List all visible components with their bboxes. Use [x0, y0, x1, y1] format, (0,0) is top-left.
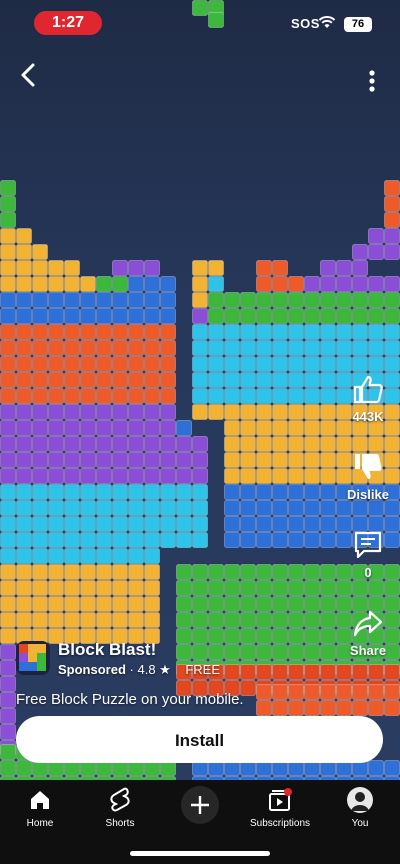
- comment-count: 0: [364, 565, 372, 580]
- like-count: 443K: [352, 409, 384, 424]
- share-label: Share: [349, 643, 387, 658]
- ad-title[interactable]: Block Blast!: [58, 640, 156, 660]
- app-logo[interactable]: [16, 641, 50, 675]
- nav-home[interactable]: Home: [0, 786, 80, 829]
- nav-you[interactable]: You: [320, 786, 400, 829]
- share-button[interactable]: Share: [338, 608, 398, 658]
- dislike-label: Dislike: [347, 487, 389, 502]
- back-arrow-icon[interactable]: [14, 60, 44, 90]
- ad-price: FREE: [185, 662, 220, 677]
- sos-indicator: SOS: [291, 16, 320, 31]
- shorts-icon: [110, 787, 130, 812]
- wifi-icon: [318, 16, 336, 28]
- share-arrow-icon: [353, 610, 383, 637]
- create-button[interactable]: [181, 786, 219, 824]
- nav-subscriptions-label: Subscriptions: [249, 818, 311, 829]
- ad-meta: Sponsored · 4.8 ★ FREE: [58, 662, 220, 678]
- nav-shorts-label: Shorts: [105, 818, 135, 829]
- dislike-button[interactable]: Dislike: [338, 452, 398, 502]
- sponsored-label: Sponsored: [58, 662, 126, 677]
- home-indicator: [130, 851, 270, 856]
- thumbs-up-icon: [353, 375, 383, 404]
- nav-home-label: Home: [26, 818, 54, 829]
- comments-button[interactable]: 0: [338, 530, 398, 580]
- more-options-icon[interactable]: [360, 66, 384, 96]
- nav-shorts[interactable]: Shorts: [80, 786, 160, 829]
- comment-icon: [354, 531, 382, 559]
- status-time: 1:27: [34, 11, 102, 35]
- ad-info: Block Blast! Sponsored · 4.8 ★ FREE: [16, 640, 336, 681]
- home-icon: [31, 791, 49, 809]
- nav-subscriptions[interactable]: Subscriptions: [240, 786, 320, 829]
- install-button[interactable]: Install: [16, 716, 383, 763]
- nav-you-label: You: [351, 818, 369, 829]
- thumbs-down-icon: [355, 454, 382, 479]
- avatar: [347, 787, 373, 813]
- subscriptions-icon: [269, 788, 292, 811]
- meta-spacer: [174, 662, 181, 677]
- status-bar: 1:27 SOS 76: [0, 0, 400, 44]
- plus-icon: [191, 796, 209, 814]
- like-button[interactable]: 443K: [338, 374, 398, 424]
- ad-rating: 4.8 ★: [137, 662, 171, 677]
- ad-description: Free Block Puzzle on your mobile.: [16, 691, 244, 708]
- battery-indicator: 76: [344, 17, 372, 32]
